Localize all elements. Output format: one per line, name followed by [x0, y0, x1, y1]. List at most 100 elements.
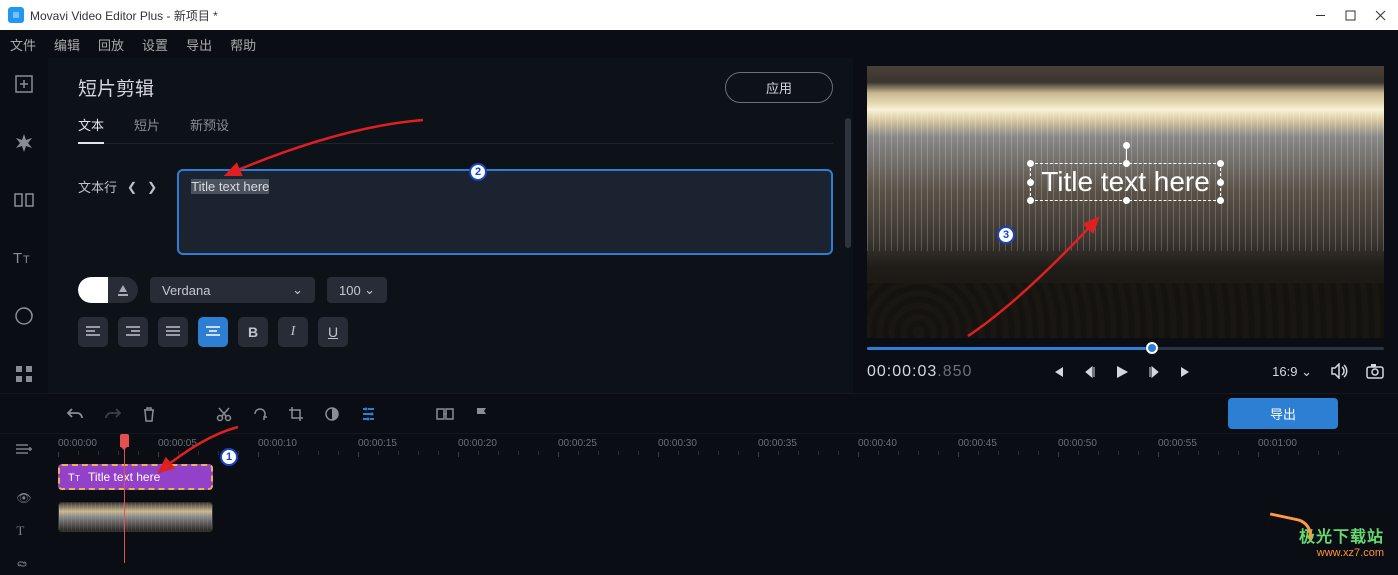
title-overlay[interactable]: Title text here — [1030, 163, 1221, 201]
svg-text:T: T — [68, 472, 75, 483]
aspect-ratio-selector[interactable]: 16:9 ⌄ — [1272, 364, 1312, 380]
track-visible-icon[interactable]: 👁 — [16, 491, 31, 505]
chevron-down-icon: ⌄ — [292, 282, 303, 298]
playhead[interactable] — [124, 434, 125, 563]
window-titlebar: Movavi Video Editor Plus - 新项目 * — [0, 0, 1398, 30]
tab-clip[interactable]: 短片 — [134, 115, 160, 135]
ruler-mark: 00:00:30 — [658, 438, 697, 449]
font-size-dropdown[interactable]: 100⌄ — [327, 277, 387, 303]
menu-bar: 文件 编辑 回放 设置 导出 帮助 — [0, 30, 1398, 58]
transition-icon[interactable] — [10, 186, 38, 214]
resize-handle[interactable] — [1217, 160, 1224, 167]
track-title-icon: T — [16, 523, 31, 539]
snapshot-icon[interactable] — [1366, 363, 1384, 382]
text-color-picker[interactable] — [78, 277, 138, 303]
font-dropdown[interactable]: Verdana⌄ — [150, 277, 315, 303]
underline-button[interactable]: U — [318, 317, 348, 347]
rotate-handle[interactable] — [1123, 142, 1130, 149]
menu-playback[interactable]: 回放 — [98, 35, 124, 54]
seek-thumb[interactable] — [1146, 342, 1158, 354]
bold-button[interactable]: B — [238, 317, 268, 347]
ruler-mark: 00:00:55 — [1158, 438, 1197, 449]
ruler-mark: 00:00:10 — [258, 438, 297, 449]
menu-help[interactable]: 帮助 — [230, 35, 256, 54]
minimize-button[interactable] — [1314, 9, 1326, 21]
menu-edit[interactable]: 编辑 — [54, 35, 80, 54]
rotate-icon[interactable] — [252, 406, 268, 422]
apply-button[interactable]: 应用 — [725, 72, 833, 103]
preview-seekbar[interactable] — [867, 344, 1384, 352]
preview-area: Title text here 3 00:00:03.850 — [853, 58, 1398, 393]
annotation-2: 2 — [469, 163, 487, 181]
clip-properties-icon[interactable] — [360, 406, 376, 422]
resize-handle[interactable] — [1027, 179, 1034, 186]
panel-title: 短片剪辑 — [78, 74, 154, 101]
stickers-icon[interactable] — [10, 302, 38, 330]
align-right-button[interactable] — [118, 317, 148, 347]
annotation-1: 1 — [220, 448, 238, 466]
video-clip[interactable] — [58, 502, 213, 532]
transition-wizard-icon[interactable] — [436, 406, 454, 422]
ruler-mark: 00:00:15 — [358, 438, 397, 449]
italic-button[interactable]: I — [278, 317, 308, 347]
ruler-mark: 00:00:00 — [58, 438, 97, 449]
resize-handle[interactable] — [1027, 160, 1034, 167]
frame-back-icon[interactable] — [1081, 364, 1099, 380]
sidebar: TT — [0, 58, 48, 393]
next-text-icon[interactable]: ❯ — [147, 180, 157, 194]
menu-settings[interactable]: 设置 — [142, 35, 168, 54]
svg-text:T: T — [23, 254, 30, 266]
redo-icon[interactable] — [104, 406, 122, 422]
svg-text:T: T — [13, 250, 22, 267]
next-clip-icon[interactable] — [1177, 364, 1195, 380]
ruler-mark: 00:00:35 — [758, 438, 797, 449]
close-button[interactable] — [1374, 9, 1386, 21]
delete-icon[interactable] — [142, 406, 156, 422]
cut-icon[interactable] — [216, 406, 232, 422]
chevron-down-icon: ⌄ — [364, 282, 375, 298]
menu-export[interactable]: 导出 — [186, 35, 212, 54]
ruler-mark: 00:00:25 — [558, 438, 597, 449]
export-button[interactable]: 导出 — [1228, 398, 1338, 429]
align-center-button[interactable] — [198, 317, 228, 347]
crop-icon[interactable] — [288, 406, 304, 422]
align-justify-button[interactable] — [158, 317, 188, 347]
preview-canvas[interactable]: Title text here 3 — [867, 66, 1384, 338]
add-media-icon[interactable] — [10, 70, 38, 98]
fill-icon[interactable] — [108, 282, 138, 298]
more-tools-icon[interactable] — [10, 360, 38, 388]
maximize-button[interactable] — [1344, 9, 1356, 21]
ruler-mark: 00:01:00 — [1258, 438, 1297, 449]
timeline-ruler[interactable]: 00:00:0000:00:0500:00:1000:00:1500:00:20… — [48, 434, 1398, 458]
frame-forward-icon[interactable] — [1145, 364, 1163, 380]
titles-icon[interactable]: TT — [10, 244, 38, 272]
play-icon[interactable] — [1113, 364, 1131, 380]
timeline: 👁 T 00:00:0000:00:0500:00:1000:00:1500:0… — [0, 433, 1398, 563]
app-icon — [8, 7, 24, 23]
prev-clip-icon[interactable] — [1049, 364, 1067, 380]
ruler-mark: 00:00:45 — [958, 438, 997, 449]
panel-scrollbar[interactable] — [845, 118, 851, 248]
undo-icon[interactable] — [66, 406, 84, 422]
window-title: Movavi Video Editor Plus - 新项目 * — [30, 7, 1314, 24]
color-adjust-icon[interactable] — [324, 406, 340, 422]
align-left-button[interactable] — [78, 317, 108, 347]
ruler-mark: 00:00:20 — [458, 438, 497, 449]
add-track-icon[interactable] — [15, 442, 33, 461]
timecode: 00:00:03.850 — [867, 363, 972, 381]
marker-icon[interactable] — [474, 406, 488, 422]
ruler-mark: 00:00:50 — [1058, 438, 1097, 449]
menu-file[interactable]: 文件 — [10, 35, 36, 54]
resize-handle[interactable] — [1217, 197, 1224, 204]
filters-icon[interactable] — [10, 128, 38, 156]
resize-handle[interactable] — [1123, 160, 1130, 167]
prev-text-icon[interactable]: ❮ — [127, 180, 137, 194]
track-link-icon[interactable] — [16, 557, 31, 575]
resize-handle[interactable] — [1217, 179, 1224, 186]
color-swatch[interactable] — [78, 277, 108, 303]
tab-text[interactable]: 文本 — [78, 115, 104, 144]
resize-handle[interactable] — [1027, 197, 1034, 204]
volume-icon[interactable] — [1330, 363, 1348, 382]
resize-handle[interactable] — [1123, 197, 1130, 204]
timeline-body[interactable]: 00:00:0000:00:0500:00:1000:00:1500:00:20… — [48, 434, 1398, 563]
